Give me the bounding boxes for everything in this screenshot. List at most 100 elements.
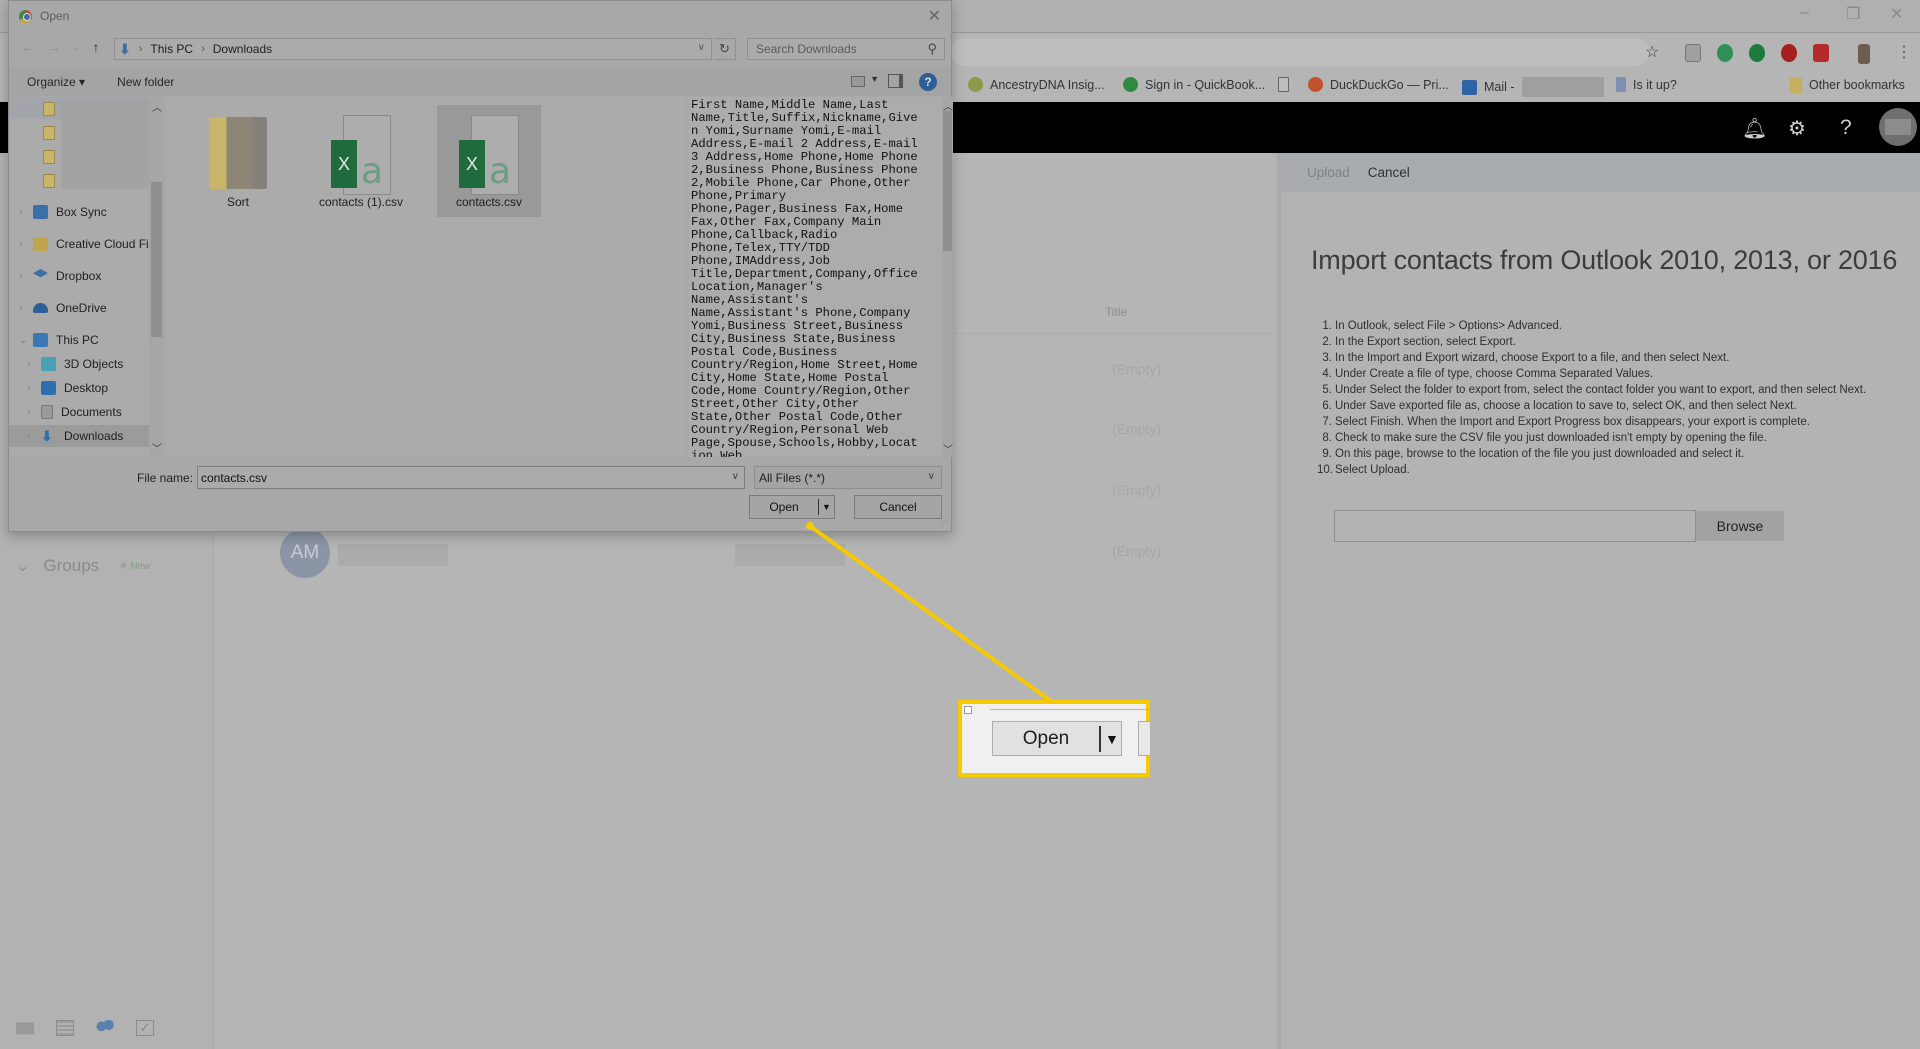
user-avatar[interactable] xyxy=(1879,108,1917,146)
search-input[interactable]: Search Downloads ⚲ xyxy=(747,38,945,60)
scroll-thumb[interactable] xyxy=(943,111,952,251)
refresh-icon: ↻ xyxy=(719,41,730,56)
preview-scrollbar[interactable]: ︿ ﹀ xyxy=(942,97,953,457)
forward-icon[interactable]: → xyxy=(47,39,61,55)
close-dialog-button[interactable]: ✕ xyxy=(928,6,941,26)
scroll-thumb[interactable] xyxy=(151,182,162,337)
cancel-button[interactable]: Cancel xyxy=(854,495,942,519)
breadcrumb-this-pc[interactable]: This PC xyxy=(150,42,193,56)
address-bar[interactable] xyxy=(950,38,1650,66)
bookmark-ancestry[interactable]: AncestryDNA Insig... xyxy=(968,77,1105,92)
expand-icon[interactable]: › xyxy=(19,239,33,250)
redacted-contact-info xyxy=(735,544,845,566)
open-button[interactable]: Open ▼ xyxy=(749,495,835,519)
contact-avatar[interactable]: AM xyxy=(280,528,330,578)
box-icon xyxy=(33,205,48,219)
step-item: 8. Check to make sure the CSV file you ju… xyxy=(1322,432,1767,444)
bookmark-page[interactable] xyxy=(1278,77,1289,92)
file-type-select[interactable]: All Files (*.*) ∨ xyxy=(754,466,942,489)
file-name-input[interactable]: contacts.csv ∨ xyxy=(197,466,745,489)
page-icon[interactable] xyxy=(1685,44,1701,62)
organize-button[interactable]: Organize ▾ xyxy=(27,75,85,89)
chevron-down-icon[interactable]: ⌄ xyxy=(16,556,29,576)
file-item-contacts[interactable]: Xa contacts.csv xyxy=(437,105,541,217)
cancel-import-button[interactable]: Cancel xyxy=(1368,165,1410,180)
bookmark-duckduckgo[interactable]: DuckDuckGo — Pri... xyxy=(1308,77,1449,92)
expand-icon[interactable]: › xyxy=(19,303,33,314)
scroll-down-icon[interactable]: ﹀ xyxy=(152,440,162,455)
expand-icon[interactable]: › xyxy=(19,271,33,282)
breadcrumb[interactable]: ⬇ › This PC › Downloads ∨ xyxy=(114,38,712,60)
help-icon[interactable]: ? xyxy=(1840,116,1852,140)
open-options-dropdown-icon[interactable]: ▼ xyxy=(822,502,831,512)
step-item: 9. On this page, browse to the location o… xyxy=(1322,448,1745,460)
profile-icon[interactable] xyxy=(1858,44,1870,64)
expand-icon[interactable]: › xyxy=(27,431,41,442)
new-group-link[interactable]: ✳ New xyxy=(119,561,150,572)
tree-item-3d-objects[interactable]: › 3D Objects xyxy=(9,353,159,375)
chevron-down-icon[interactable]: ∨ xyxy=(698,42,705,53)
expand-icon[interactable]: › xyxy=(19,207,33,218)
new-folder-button[interactable]: New folder xyxy=(117,75,174,89)
resize-grip-icon[interactable]: ⋰ xyxy=(940,519,948,528)
cell-empty: (Empty) xyxy=(1112,482,1161,498)
collapse-icon[interactable]: ⌄ xyxy=(19,335,33,346)
people-icon[interactable] xyxy=(96,1020,114,1036)
browse-button[interactable]: Browse xyxy=(1696,511,1784,541)
expand-icon[interactable]: › xyxy=(27,383,41,394)
calendar-icon[interactable] xyxy=(56,1020,74,1036)
file-path-input[interactable] xyxy=(1334,510,1696,542)
mail-icon[interactable] xyxy=(16,1022,34,1035)
scroll-down-icon[interactable]: ﹀ xyxy=(943,441,953,456)
tree-item-downloads[interactable]: › ⬇ Downloads xyxy=(9,425,159,447)
gear-icon[interactable]: ⚙ xyxy=(1788,116,1806,141)
cell-empty: (Empty) xyxy=(1112,361,1161,377)
upload-button[interactable]: Upload xyxy=(1307,165,1350,180)
tree-item-documents[interactable]: › Documents xyxy=(9,401,159,423)
minimize-button[interactable]: – xyxy=(1800,4,1809,22)
tree-item-dropbox[interactable]: › Dropbox xyxy=(9,265,159,287)
tree-item-desktop[interactable]: › Desktop xyxy=(9,377,159,399)
change-view-icon[interactable] xyxy=(851,76,865,87)
import-panel: Upload Cancel Import contacts from Outlo… xyxy=(1277,153,1920,1049)
search-icon: ⚲ xyxy=(927,41,937,56)
close-window-button[interactable]: ✕ xyxy=(1890,4,1903,24)
screencastify-icon[interactable] xyxy=(1813,44,1829,62)
bookmark-quickbooks[interactable]: Sign in - QuickBook... xyxy=(1123,77,1265,92)
groups-section[interactable]: ⌄ Groups ✳ New xyxy=(16,556,150,576)
breadcrumb-downloads[interactable]: Downloads xyxy=(213,42,272,56)
tree-scrollbar[interactable]: ︿ ﹀ xyxy=(149,97,164,457)
file-item-contacts-1[interactable]: Xa contacts (1).csv xyxy=(309,105,413,217)
help-icon[interactable]: ? xyxy=(919,73,937,91)
scroll-up-icon[interactable]: ︿ xyxy=(152,99,162,114)
back-icon[interactable]: ← xyxy=(21,39,35,55)
refresh-button[interactable]: ↻ xyxy=(714,38,736,60)
tasks-icon[interactable]: ✓ xyxy=(136,1020,154,1036)
open-button-zoomed[interactable]: Open ▼ xyxy=(992,721,1122,756)
view-dropdown-icon[interactable]: ▼ xyxy=(870,74,879,84)
preview-pane-icon[interactable] xyxy=(888,74,903,88)
expand-icon[interactable]: › xyxy=(27,407,41,418)
tree-item-box-sync[interactable]: › Box Sync xyxy=(9,201,159,223)
menu-icon[interactable]: ⋮ xyxy=(1896,42,1912,62)
tree-item-creative-cloud[interactable]: › Creative Cloud Fil xyxy=(9,233,159,255)
bookmark-mail[interactable]: Mail - xyxy=(1462,77,1604,97)
star-icon[interactable]: ☆ xyxy=(1645,42,1659,62)
tree-item-this-pc[interactable]: ⌄ This PC xyxy=(9,329,159,351)
recent-locations-icon[interactable]: ⌄ xyxy=(73,42,81,55)
up-icon[interactable]: ↑ xyxy=(93,39,100,55)
grammarly-icon[interactable] xyxy=(1717,44,1733,62)
hangouts-icon[interactable] xyxy=(1749,44,1765,62)
other-bookmarks[interactable]: Other bookmarks xyxy=(1790,77,1905,93)
downloads-icon: ⬇ xyxy=(119,40,131,57)
opera-icon[interactable] xyxy=(1781,44,1797,62)
restore-button[interactable]: ❐ xyxy=(1846,4,1860,24)
expand-icon[interactable]: › xyxy=(27,359,41,370)
chevron-down-icon[interactable]: ∨ xyxy=(732,471,739,482)
bookmark-isitup[interactable]: Is it up? xyxy=(1616,77,1677,92)
bell-icon[interactable]: 🔔︎ xyxy=(1742,116,1767,141)
file-item-sort[interactable]: Sort xyxy=(186,105,290,217)
dropdown-arrow-icon[interactable]: ▼ xyxy=(1105,731,1119,747)
column-header-title[interactable]: Title xyxy=(1105,305,1127,319)
tree-item-onedrive[interactable]: › OneDrive xyxy=(9,297,159,319)
